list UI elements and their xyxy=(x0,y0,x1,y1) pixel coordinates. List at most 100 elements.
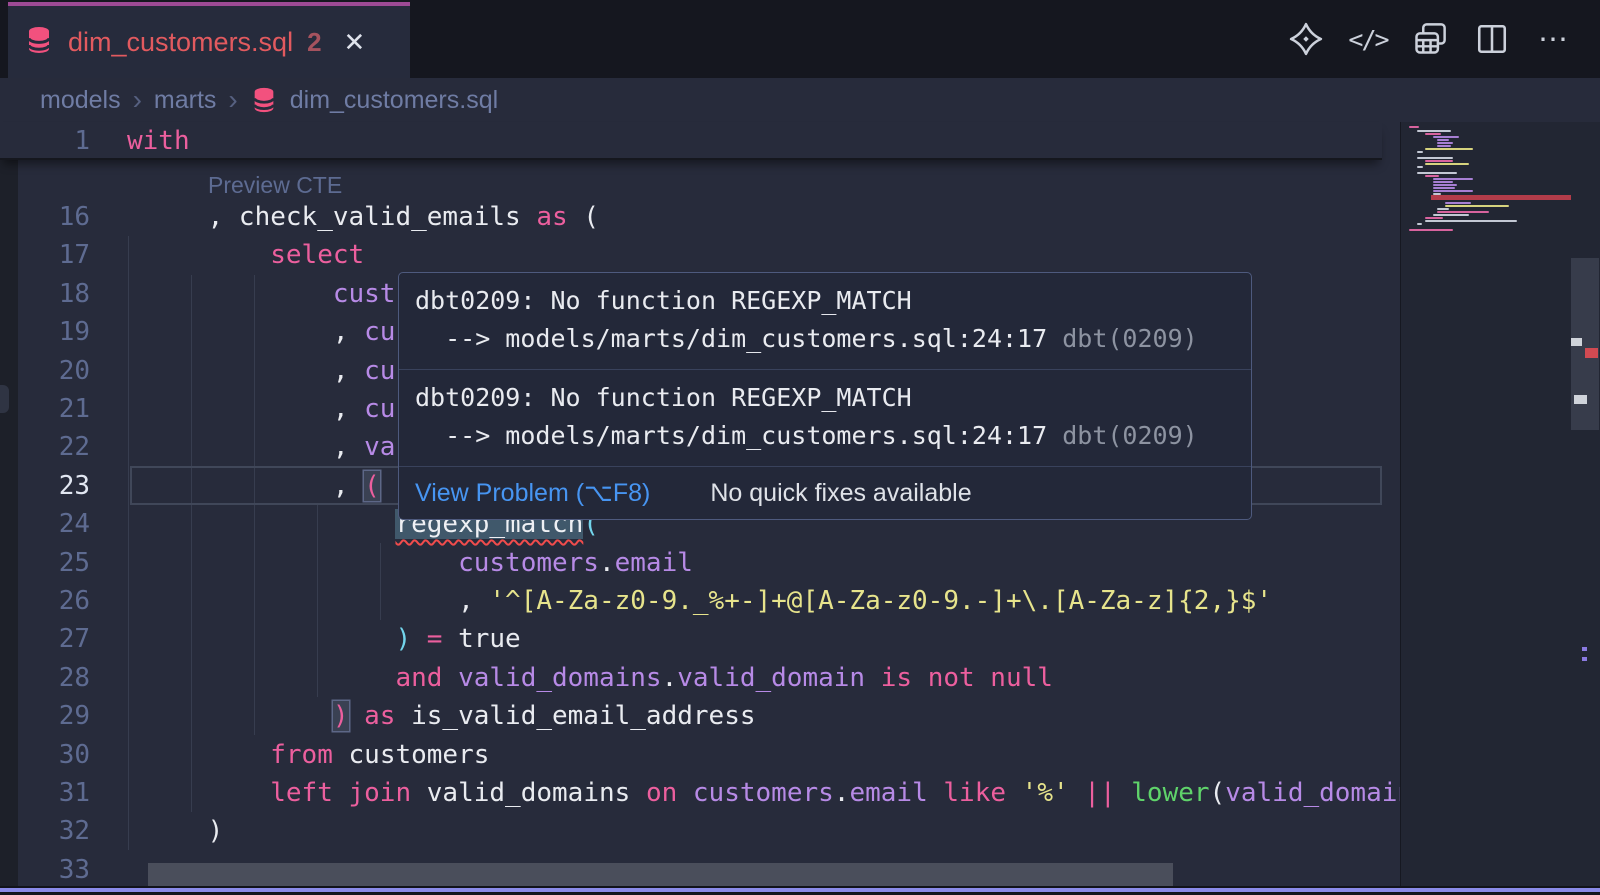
code-token: lower xyxy=(1131,778,1209,808)
error-location: --> models/marts/dim_customers.sql:24:17… xyxy=(415,320,1235,358)
code-token: , xyxy=(333,317,364,347)
minimap-error-line xyxy=(1431,195,1571,200)
database-icon xyxy=(250,86,278,114)
dbt-power-user-icon[interactable] xyxy=(1288,21,1324,57)
error-source: dbt(0209) xyxy=(1062,421,1197,450)
code-editor[interactable]: 161718192021222324252627282930313233 , c… xyxy=(0,122,1600,886)
code-token: left join xyxy=(270,778,427,808)
editor-window: dim_customers.sql 2 ✕ </> xyxy=(0,0,1600,895)
code-token: valid_domains xyxy=(427,778,646,808)
breadcrumb-models[interactable]: models xyxy=(40,86,121,115)
code-line-27[interactable]: ) = true xyxy=(145,620,521,658)
code-line-23[interactable]: , ( xyxy=(145,467,380,505)
code-line-26[interactable]: , '^[A-Za-z0-9._%+-]+@[A-Za-z0-9.-]+\.[A… xyxy=(145,582,1272,620)
error-item: dbt0209: No function REGEXP_MATCH --> mo… xyxy=(399,273,1251,369)
code-line-21[interactable]: , cu xyxy=(145,390,395,428)
code-token: '%' xyxy=(1022,778,1069,808)
code-token: ) xyxy=(208,816,224,846)
code-token: , xyxy=(458,586,489,616)
code-line-30[interactable]: from customers xyxy=(145,736,489,774)
code-token xyxy=(928,778,944,808)
tab-dim-customers[interactable]: dim_customers.sql 2 ✕ xyxy=(8,2,410,78)
horizontal-scrollbar[interactable] xyxy=(148,863,1173,886)
code-token: email xyxy=(849,778,927,808)
code-token: ( xyxy=(364,471,380,501)
code-token: from xyxy=(270,740,348,770)
code-token: , xyxy=(333,356,364,386)
window-bottom-border xyxy=(0,886,1600,895)
code-token: select xyxy=(270,240,364,270)
sticky-code: with xyxy=(127,126,190,156)
code-token: ( xyxy=(1210,778,1226,808)
quick-fix-hint: No quick fixes available xyxy=(710,479,971,508)
code-token: valid_domain xyxy=(677,663,865,693)
sticky-scroll-row[interactable]: 1 with xyxy=(0,122,1382,160)
code-token: , xyxy=(333,471,364,501)
overview-ruler-bracket-mark xyxy=(1582,647,1587,651)
minimap[interactable] xyxy=(1400,122,1600,886)
overview-ruler-mark xyxy=(1571,338,1582,346)
code-token: is not null xyxy=(865,663,1053,693)
code-line-32[interactable]: ) xyxy=(145,812,223,850)
tab-title: dim_customers.sql xyxy=(68,27,293,58)
code-token: customers xyxy=(458,548,599,578)
code-token: , xyxy=(333,394,364,424)
code-token: = xyxy=(427,624,443,654)
query-results-icon[interactable] xyxy=(1412,21,1448,57)
code-token: . xyxy=(834,778,850,808)
preview-cte-codelens[interactable]: Preview CTE xyxy=(208,172,342,199)
code-line-31[interactable]: left join valid_domains on customers.ema… xyxy=(145,774,1400,812)
code-line-19[interactable]: , cu xyxy=(145,313,395,351)
error-item: dbt0209: No function REGEXP_MATCH --> mo… xyxy=(399,369,1251,466)
code-token: valid_domains xyxy=(1225,778,1400,808)
code-token: cu xyxy=(364,317,395,347)
more-actions-icon[interactable]: ⋯ xyxy=(1536,21,1572,57)
code-line-29[interactable]: ) as is_valid_email_address xyxy=(145,697,756,735)
code-token: va xyxy=(364,432,395,462)
code-token xyxy=(1116,778,1132,808)
code-token: customers xyxy=(349,740,490,770)
compile-sql-icon[interactable]: </> xyxy=(1350,21,1386,57)
code-token: valid_domains xyxy=(458,663,662,693)
breadcrumb-file[interactable]: dim_customers.sql xyxy=(290,86,498,115)
split-editor-icon[interactable] xyxy=(1474,21,1510,57)
code-token: true xyxy=(442,624,520,654)
database-icon xyxy=(24,25,54,60)
code-token: cust xyxy=(333,279,396,309)
code-token: cu xyxy=(364,394,395,424)
code-token: is_valid_email_address xyxy=(395,701,755,731)
code-line-22[interactable]: , va xyxy=(145,428,395,466)
breadcrumb-marts[interactable]: marts xyxy=(154,86,217,115)
error-message: dbt0209: No function REGEXP_MATCH xyxy=(415,282,1235,320)
error-location: --> models/marts/dim_customers.sql:24:17… xyxy=(415,417,1235,455)
close-tab-icon[interactable]: ✕ xyxy=(344,27,366,58)
view-problem-link[interactable]: View Problem (⌥F8) xyxy=(415,478,650,508)
tab-bar: dim_customers.sql 2 ✕ </> xyxy=(0,0,1600,78)
error-message: dbt0209: No function REGEXP_MATCH xyxy=(415,379,1235,417)
code-token xyxy=(1069,778,1085,808)
overview-ruler-error-mark xyxy=(1585,348,1598,358)
code-token: ( xyxy=(568,202,599,232)
code-line-17[interactable]: select xyxy=(145,236,364,274)
code-token: ) xyxy=(333,701,349,731)
code-token: and xyxy=(395,663,458,693)
code-line-18[interactable]: cust xyxy=(145,275,395,313)
code-line-25[interactable]: customers.email xyxy=(145,544,693,582)
code-token: as xyxy=(536,202,567,232)
code-token: || xyxy=(1084,778,1115,808)
code-token: . xyxy=(599,548,615,578)
code-line-20[interactable]: , cu xyxy=(145,352,395,390)
chevron-right-icon: › xyxy=(228,84,237,116)
sticky-line-number: 1 xyxy=(40,122,90,160)
code-token: customers xyxy=(693,778,834,808)
code-line-16[interactable]: , check_valid_emails as ( xyxy=(145,198,599,236)
code-token: ) xyxy=(395,624,411,654)
code-token: , xyxy=(333,432,364,462)
breadcrumb: models › marts › dim_customers.sql xyxy=(40,78,498,122)
code-line-28[interactable]: and valid_domains.valid_domain is not nu… xyxy=(145,659,1053,697)
code-token: '^[A-Za-z0-9._%+-]+@[A-Za-z0-9.-]+\.[A-Z… xyxy=(489,586,1272,616)
editor-actions: </> ⋯ xyxy=(1288,0,1572,78)
code-token: . xyxy=(662,663,678,693)
code-token: on xyxy=(646,778,693,808)
tab-problem-badge: 2 xyxy=(307,27,321,58)
